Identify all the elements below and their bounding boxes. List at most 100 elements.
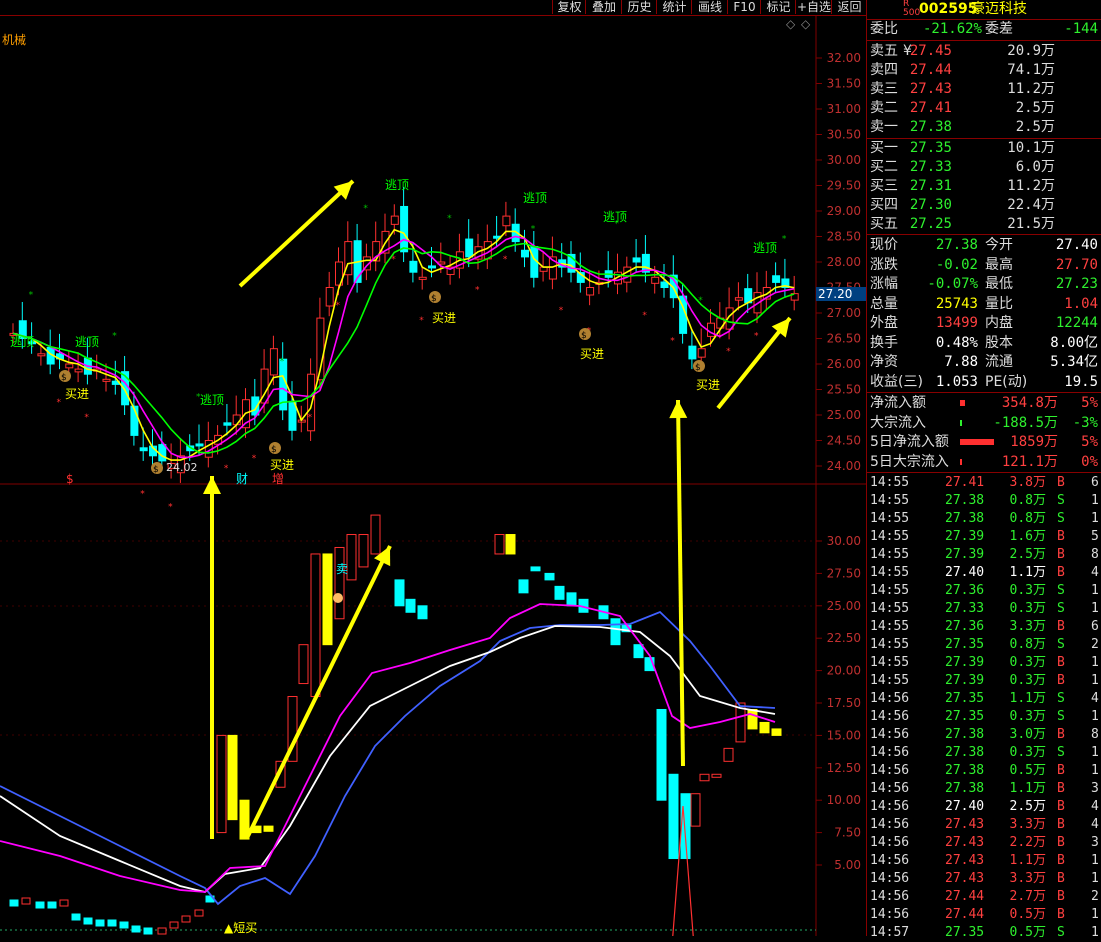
trade-row[interactable]: 14:56 27.44 2.7万 B 2 bbox=[867, 888, 1101, 906]
trade-side: B bbox=[1057, 565, 1065, 580]
sar-dot: * bbox=[84, 413, 89, 423]
bid-row[interactable]: 买一 27.35 10.1万 bbox=[867, 139, 1101, 158]
bid-row[interactable]: 买五 27.25 21.5万 bbox=[867, 215, 1101, 234]
toolbar-button-4[interactable]: 画线 bbox=[691, 0, 728, 14]
osc-bar bbox=[298, 644, 309, 685]
price-tick-label: 25.00 bbox=[827, 408, 861, 422]
trade-volume: 1.1万 bbox=[1009, 853, 1046, 868]
ask-label: 卖四 bbox=[870, 62, 898, 78]
toolbar-button-2[interactable]: 历史 bbox=[621, 0, 657, 14]
bid-row[interactable]: 买四 27.30 22.4万 bbox=[867, 196, 1101, 215]
trade-price: 27.43 bbox=[945, 817, 985, 832]
trade-row[interactable]: 14:55 27.41 3.8万 B 6 bbox=[867, 474, 1101, 492]
osc-small-bar bbox=[181, 915, 191, 923]
trade-row[interactable]: 14:55 27.39 0.3万 B 1 bbox=[867, 672, 1101, 690]
trade-row[interactable]: 14:56 27.35 1.1万 S 4 bbox=[867, 690, 1101, 708]
trade-row[interactable]: 14:56 27.38 3.0万 B 8 bbox=[867, 726, 1101, 744]
kline-chart[interactable]: 32.00 31.50 31.00 30.50 30.00 29.50 29.00 28.50… bbox=[0, 16, 866, 936]
osc-bar bbox=[723, 747, 734, 762]
toolbar-button-8[interactable]: 返回 bbox=[831, 0, 867, 14]
toolbar-button-0[interactable]: 复权 bbox=[552, 0, 586, 14]
trade-side: B bbox=[1057, 889, 1065, 904]
trade-row[interactable]: 14:56 27.43 1.1万 B 1 bbox=[867, 852, 1101, 870]
trade-row[interactable]: 14:55 27.36 0.3万 S 1 bbox=[867, 582, 1101, 600]
flow-label: 净流入额 bbox=[870, 395, 926, 411]
quote-row: 涨幅 -0.07% 最低 27.23 bbox=[867, 275, 1101, 294]
quote-value: 13499 bbox=[935, 315, 978, 331]
trade-row[interactable]: 14:55 27.38 0.8万 S 1 bbox=[867, 510, 1101, 528]
toolbar-button-5[interactable]: F10 bbox=[727, 0, 761, 14]
trade-volume: 1.1万 bbox=[1009, 691, 1046, 706]
trade-row[interactable]: 14:55 27.33 0.3万 S 1 bbox=[867, 600, 1101, 618]
flow-bar bbox=[960, 400, 965, 406]
osc-small-bar bbox=[47, 901, 57, 909]
weicha-label: 委差 bbox=[985, 21, 1013, 37]
quote-row: 总量 25743 量比 1.04 bbox=[867, 295, 1101, 314]
trade-volume: 1.6万 bbox=[1009, 529, 1046, 544]
osc-small-bar bbox=[143, 927, 153, 935]
trade-row[interactable]: 14:56 27.38 0.5万 B 1 bbox=[867, 762, 1101, 780]
candle-body bbox=[102, 378, 111, 382]
trade-time: 14:55 bbox=[870, 673, 910, 688]
quote-value: 27.38 bbox=[935, 237, 978, 253]
trade-price: 27.40 bbox=[945, 565, 985, 580]
trade-volume: 0.8万 bbox=[1009, 637, 1046, 652]
trade-volume: 0.3万 bbox=[1009, 655, 1046, 670]
trade-time: 14:56 bbox=[870, 799, 910, 814]
weibi-label: 委比 bbox=[870, 21, 898, 37]
flow-pct: 0% bbox=[1081, 453, 1098, 470]
ask-row[interactable]: 卖一 27.38 2.5万 bbox=[867, 118, 1101, 137]
quote-value: -0.07% bbox=[927, 276, 978, 292]
weibi-row: 委比 -21.62% 委差 -144 bbox=[867, 20, 1101, 39]
trade-row[interactable]: 14:56 27.43 3.3万 B 4 bbox=[867, 816, 1101, 834]
trade-row[interactable]: 14:56 27.38 0.3万 S 1 bbox=[867, 744, 1101, 762]
toolbar-button-6[interactable]: 标记 bbox=[760, 0, 796, 14]
toolbar-button-1[interactable]: 叠加 bbox=[585, 0, 622, 14]
trade-row[interactable]: 14:55 27.35 0.8万 S 2 bbox=[867, 636, 1101, 654]
trade-count: 1 bbox=[1091, 925, 1099, 940]
toolbar-button-3[interactable]: 统计 bbox=[656, 0, 692, 14]
flow-bar bbox=[960, 458, 962, 465]
candle-body bbox=[632, 257, 641, 263]
trade-price: 27.35 bbox=[945, 637, 985, 652]
trade-price: 27.36 bbox=[945, 619, 985, 634]
trade-row[interactable]: 14:55 27.39 2.5万 B 8 bbox=[867, 546, 1101, 564]
trade-row[interactable]: 14:55 27.39 1.6万 B 5 bbox=[867, 528, 1101, 546]
trade-row[interactable]: 14:56 27.44 0.5万 B 1 bbox=[867, 906, 1101, 924]
bid-row[interactable]: 买二 27.33 6.0万 bbox=[867, 158, 1101, 177]
quote-label: 净资 bbox=[870, 354, 898, 370]
trade-row[interactable]: 14:56 27.43 2.2万 B 3 bbox=[867, 834, 1101, 852]
ask-row[interactable]: 卖五 ¥27.45 20.9万 bbox=[867, 42, 1101, 61]
osc-bar bbox=[699, 773, 710, 782]
trade-volume: 0.5万 bbox=[1009, 925, 1046, 940]
quote-value: 27.23 bbox=[1055, 276, 1098, 292]
kline-chart-area[interactable]: 32.00 31.50 31.00 30.50 30.00 29.50 29.00 28.50… bbox=[0, 16, 866, 936]
trade-row[interactable]: 14:56 27.40 2.5万 B 4 bbox=[867, 798, 1101, 816]
trade-row[interactable]: 14:56 27.43 3.3万 B 1 bbox=[867, 870, 1101, 888]
trade-row[interactable]: 14:55 27.36 3.3万 B 6 bbox=[867, 618, 1101, 636]
trade-row[interactable]: 14:55 27.40 1.1万 B 4 bbox=[867, 564, 1101, 582]
trade-count: 1 bbox=[1091, 745, 1099, 760]
trade-row[interactable]: 14:57 27.35 0.5万 S 1 bbox=[867, 924, 1101, 942]
trade-side: S bbox=[1057, 493, 1065, 508]
ask-price: 27.44 bbox=[909, 62, 952, 78]
trade-volume: 2.2万 bbox=[1009, 835, 1046, 850]
ask-row[interactable]: 卖二 27.41 2.5万 bbox=[867, 99, 1101, 118]
sar-dot: * bbox=[112, 332, 117, 342]
ask-row[interactable]: 卖三 27.43 11.2万 bbox=[867, 80, 1101, 99]
trade-row[interactable]: 14:55 27.39 0.3万 B 1 bbox=[867, 654, 1101, 672]
toolbar-button-7[interactable]: +自选 bbox=[795, 0, 832, 14]
flow-value: 1859万 bbox=[1010, 434, 1058, 450]
trade-row[interactable]: 14:55 27.38 0.8万 S 1 bbox=[867, 492, 1101, 510]
trade-row[interactable]: 14:56 27.35 0.3万 S 1 bbox=[867, 708, 1101, 726]
trade-side: B bbox=[1057, 655, 1065, 670]
ask-row[interactable]: 卖四 27.44 74.1万 bbox=[867, 61, 1101, 80]
bid-price: 27.33 bbox=[909, 159, 952, 175]
signal-escape-top: 逃顶 bbox=[200, 393, 224, 407]
quote-value: 27.70 bbox=[1055, 256, 1098, 273]
trade-side: S bbox=[1057, 925, 1065, 940]
trade-row[interactable]: 14:56 27.38 1.1万 B 3 bbox=[867, 780, 1101, 798]
weibi-value: -21.62% bbox=[922, 21, 982, 37]
candle-body bbox=[325, 287, 334, 307]
bid-row[interactable]: 买三 27.31 11.2万 bbox=[867, 177, 1101, 196]
